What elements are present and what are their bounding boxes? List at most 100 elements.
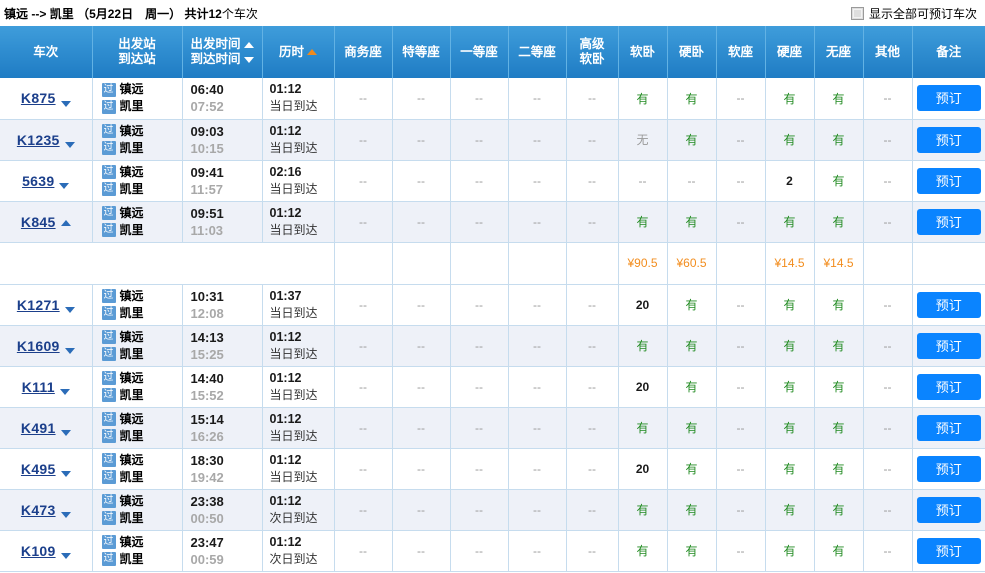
cell-times: 23:38 00:50 [182, 489, 263, 531]
train-number-link[interactable]: K491 [21, 420, 56, 436]
cell-hard-seat: 有 [765, 78, 815, 120]
other-availability: -- [883, 379, 892, 394]
second-class-seat-availability: -- [533, 461, 541, 476]
chevron-down-icon[interactable] [64, 348, 75, 355]
train-number-link[interactable]: K1235 [17, 132, 60, 148]
book-button[interactable]: 预订 [916, 208, 981, 235]
book-button[interactable]: 预订 [916, 373, 981, 400]
other-availability: -- [883, 502, 892, 517]
duration-value: 01:12 [269, 452, 302, 467]
deluxe-soft-sleeper-availability: -- [588, 502, 596, 517]
cell-soft-seat: -- [716, 201, 766, 243]
col-hard-sleeper-label: 硬卧 [678, 44, 704, 59]
table-row: K111 过镇远过凯里 14:40 15:52 01:12 当日到达 -- -- -- -- -- 2… [0, 366, 985, 408]
cell-first-class-seat: -- [450, 530, 509, 572]
book-button[interactable]: 预订 [916, 414, 981, 441]
pass-through-icon: 过 [101, 306, 116, 320]
travel-date: （5月22日 周一） [77, 6, 182, 21]
col-times[interactable]: 出发时间 到达时间 [182, 26, 263, 78]
soft-seat-availability: -- [736, 543, 745, 558]
train-number-link[interactable]: K1609 [17, 338, 60, 354]
first-class-seat-availability: -- [475, 543, 483, 558]
duration-value: 01:12 [269, 534, 302, 549]
cell-train-no: K1235 [0, 119, 93, 161]
table-header: 车次 出发站 到达站 出发时间 到达时间 历时 商务座 特等座 一等座 二等座 … [0, 26, 985, 78]
show-all-bookable-toggle[interactable]: 显示全部可预订车次 [850, 5, 977, 22]
pass-through-icon: 过 [101, 206, 116, 220]
first-class-seat-availability: -- [475, 338, 483, 353]
cell-train-no: K875 [0, 78, 93, 120]
direction-arrow: --> [31, 6, 47, 21]
chevron-down-icon[interactable] [59, 183, 70, 190]
train-number-link[interactable]: K473 [21, 502, 56, 518]
pass-through-icon: 过 [101, 165, 116, 179]
other-availability: -- [883, 420, 892, 435]
train-number-link[interactable]: K109 [21, 543, 56, 559]
sort-descending-icon[interactable] [243, 56, 254, 63]
pass-through-icon: 过 [101, 82, 116, 97]
chevron-down-icon[interactable] [60, 430, 71, 437]
book-button[interactable]: 预订 [916, 291, 981, 318]
cell-first-class-seat: -- [450, 325, 509, 367]
book-button[interactable]: 预订 [916, 496, 981, 523]
hard-seat-availability: 有 [783, 339, 796, 353]
chevron-down-icon[interactable] [64, 307, 75, 314]
book-button[interactable]: 预订 [916, 85, 981, 112]
cell-soft-seat: -- [716, 284, 766, 326]
arrival-day-note: 当日到达 [269, 469, 318, 484]
train-number-link[interactable]: K845 [21, 214, 56, 230]
train-number-link[interactable]: 5639 [22, 173, 54, 189]
cell-soft-seat: -- [716, 489, 766, 531]
col-depart-time-row[interactable]: 出发时间 [185, 37, 260, 52]
sort-duration-ascending-icon[interactable] [307, 49, 317, 56]
col-soft-sleeper: 软卧 [618, 26, 668, 78]
col-duration[interactable]: 历时 [262, 26, 335, 78]
second-class-seat-availability: -- [533, 132, 541, 147]
cell-business-seat: -- [334, 325, 393, 367]
arrive-station-name: 凯里 [119, 510, 144, 525]
chevron-down-icon[interactable] [59, 389, 70, 396]
chevron-down-icon[interactable] [60, 512, 71, 519]
premier-seat-availability: -- [417, 461, 425, 476]
cell-soft-seat: -- [716, 530, 766, 572]
first-class-seat-availability: -- [475, 173, 483, 188]
chevron-down-icon[interactable] [64, 142, 75, 149]
first-class-seat-availability: -- [475, 132, 483, 147]
book-button[interactable]: 预订 [916, 455, 981, 482]
show-all-checkbox[interactable] [850, 6, 864, 20]
premier-seat-availability: -- [417, 420, 425, 435]
train-number-link[interactable]: K111 [22, 379, 55, 395]
col-train-no[interactable]: 车次 [0, 26, 93, 78]
train-number-link[interactable]: K875 [21, 90, 56, 106]
soft-sleeper-availability: 20 [635, 461, 650, 476]
col-other: 其他 [863, 26, 913, 78]
chevron-down-icon[interactable] [60, 101, 71, 108]
chevron-down-icon[interactable] [60, 471, 71, 478]
book-button[interactable]: 预订 [916, 537, 981, 564]
book-button[interactable]: 预订 [916, 167, 981, 194]
cell-premier-seat: -- [392, 119, 451, 161]
depart-station-line: 过镇远 [101, 534, 180, 551]
book-button[interactable]: 预订 [916, 332, 981, 359]
cell-other: -- [863, 407, 913, 449]
soft-seat-availability: -- [736, 173, 745, 188]
soft-sleeper-availability: 20 [635, 297, 650, 312]
cell-remarks: 预订 [912, 407, 985, 449]
train-number-link[interactable]: K1271 [17, 297, 60, 313]
duration-value: 01:12 [269, 370, 302, 385]
cell-deluxe-soft-sleeper: -- [566, 201, 619, 243]
cell-business-seat: -- [334, 366, 393, 408]
depart-station-name: 镇远 [119, 123, 144, 138]
chevron-down-icon[interactable] [60, 553, 71, 560]
pass-through-icon: 过 [101, 494, 116, 508]
chevron-up-icon[interactable] [60, 220, 71, 227]
hard-sleeper-availability: 有 [685, 133, 698, 147]
hard-sleeper-availability: 有 [685, 421, 698, 435]
col-arrive-time-row[interactable]: 到达时间 [185, 52, 260, 67]
arrival-day-note: 当日到达 [269, 387, 318, 402]
cell-deluxe-soft-sleeper: -- [566, 448, 619, 490]
book-button[interactable]: 预订 [916, 126, 981, 153]
sort-ascending-icon[interactable] [243, 41, 254, 48]
train-number-link[interactable]: K495 [21, 461, 56, 477]
col-stations[interactable]: 出发站 到达站 [92, 26, 183, 78]
